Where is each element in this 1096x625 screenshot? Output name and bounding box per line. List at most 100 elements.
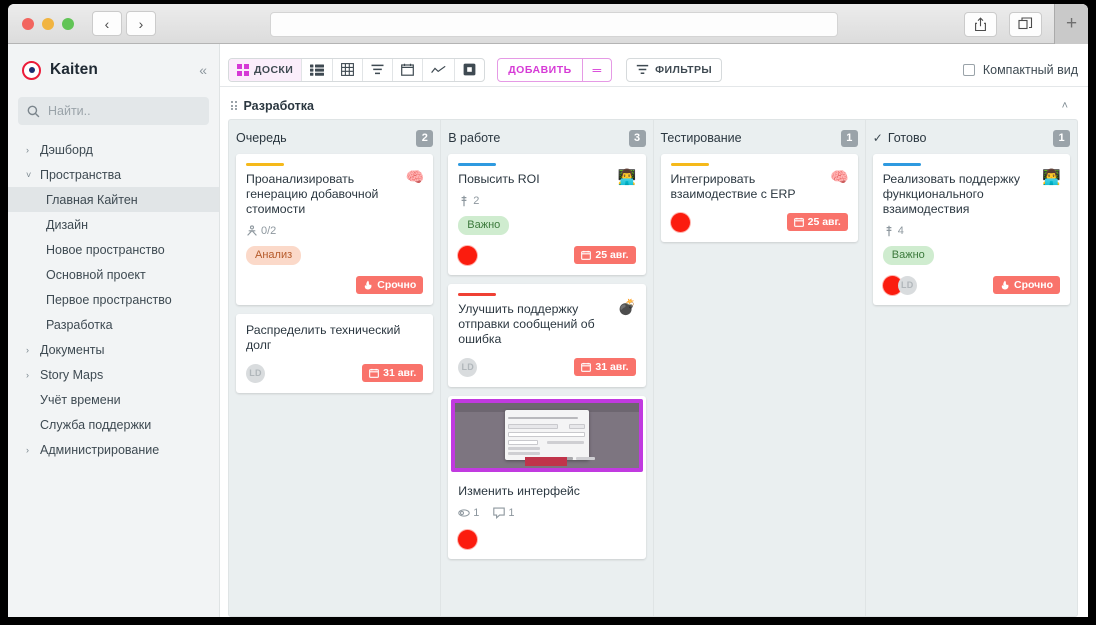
status-badge-label: 31 авг. (595, 361, 629, 373)
avatar[interactable] (458, 245, 478, 265)
table-view-icon (341, 63, 355, 76)
developer-emoji: 👨‍💻 (617, 169, 637, 186)
search-input[interactable]: Найти.. (18, 97, 209, 125)
add-button[interactable]: ДОБАВИТЬ (498, 59, 581, 81)
card[interactable]: Распределить технический долг LD 31 авг. (236, 314, 434, 393)
card[interactable]: Повысить ROI 👨‍💻 2 Важно 25 авг. (448, 154, 646, 275)
tab-timeline-view[interactable] (455, 59, 484, 81)
brand-header: Kaiten « (8, 56, 219, 84)
avatar[interactable] (458, 529, 478, 549)
navigation-buttons: ‹ › (92, 11, 156, 36)
avatar[interactable]: LD (458, 357, 478, 377)
sidebar-item-8[interactable]: › Документы (8, 337, 219, 362)
share-icon[interactable] (964, 11, 997, 37)
window-controls[interactable] (22, 17, 74, 30)
tab-boards-label: ДОСКИ (254, 63, 294, 76)
back-button[interactable]: ‹ (92, 11, 122, 36)
card-footer: 25 авг. (670, 211, 848, 233)
sidebar-item-6[interactable]: Первое пространство (8, 287, 219, 312)
chevron-icon[interactable]: › (26, 445, 40, 455)
card-meta-value: 2 (473, 195, 480, 207)
card-tag[interactable]: Анализ (246, 246, 302, 265)
sidebar-item-9[interactable]: › Story Maps (8, 362, 219, 387)
sidebar-item-2[interactable]: Главная Кайтен (8, 187, 219, 212)
forward-button[interactable]: › (126, 11, 156, 36)
sidebar: Kaiten « Найти.. › Дэшборд ˅ Пространства Гл… (8, 44, 220, 617)
compact-view-checkbox[interactable] (962, 63, 975, 76)
sidebar-item-0[interactable]: › Дэшборд (8, 137, 219, 162)
bomb-emoji: 💣 (617, 299, 637, 316)
sidebar-item-7[interactable]: Разработка (8, 312, 219, 337)
sidebar-item-label: Дэшборд (40, 142, 93, 157)
card-footer: LD 31 авг. (246, 362, 424, 384)
card-title: Изменить интерфейс (458, 484, 580, 498)
sidebar-item-11[interactable]: Служба поддержки (8, 412, 219, 437)
card[interactable]: Интегрировать взаимодествие с ERP 🧠 25 авг… (660, 154, 858, 242)
card-footer (458, 528, 635, 550)
sidebar-collapse-button[interactable]: « (199, 62, 207, 78)
compact-view-toggle[interactable]: Компактный вид (962, 62, 1078, 77)
card[interactable]: Реализовать поддержку функционального вз… (872, 154, 1070, 305)
tab-calendar-view[interactable] (393, 58, 424, 81)
card-tag[interactable]: Важно (882, 246, 934, 265)
card-cover-screenshot (451, 399, 643, 472)
tab-table-view[interactable] (333, 58, 364, 81)
compact-view-label: Компактный вид (982, 62, 1078, 77)
card-tag[interactable]: Важно (458, 216, 510, 235)
avatar[interactable]: LD (246, 363, 265, 383)
close-window-button[interactable] (22, 17, 34, 30)
chart-view-icon (431, 65, 446, 73)
filters-button[interactable]: ФИЛЬТРЫ (626, 57, 723, 82)
card-meta-value: 1 (508, 507, 515, 519)
maximize-window-button[interactable] (62, 17, 74, 30)
tab-chart-view[interactable] (423, 58, 456, 81)
card[interactable]: Проанализировать генерацию добавочной ст… (236, 154, 434, 305)
status-badge-label: 25 авг. (595, 249, 629, 261)
board-column: Очередь 2 Проанализировать генерацию добав… (229, 120, 442, 616)
tabs-icon[interactable] (1009, 11, 1042, 37)
list-view-icon (310, 64, 325, 76)
chevron-icon[interactable]: › (26, 345, 40, 355)
minimize-window-button[interactable] (42, 17, 54, 30)
sidebar-item-3[interactable]: Дизайн (8, 212, 219, 237)
tab-swimlane-view[interactable] (363, 58, 394, 81)
sidebar-item-1[interactable]: ˅ Пространства (8, 162, 219, 187)
avatar[interactable]: LD (897, 275, 917, 295)
chevron-icon[interactable]: › (26, 370, 40, 380)
sidebar-item-label: Story Maps (40, 367, 104, 382)
column-title: Готово (887, 131, 927, 145)
tab-list-view[interactable] (302, 58, 334, 81)
attachment-icon (458, 509, 470, 517)
sidebar-item-4[interactable]: Новое пространство (8, 237, 219, 262)
card-meta-item: 1 (493, 507, 515, 519)
sidebar-item-10[interactable]: Учёт времени (8, 387, 219, 412)
card[interactable]: Изменить интерфейс 1 1 (448, 396, 646, 559)
sidebar-item-label: Разработка (46, 317, 113, 332)
address-bar[interactable] (270, 12, 838, 37)
tab-boards[interactable]: ДОСКИ (229, 58, 303, 81)
add-options-button[interactable]: ═ (581, 58, 612, 81)
calendar-icon (581, 250, 592, 260)
card-tags: Важно (458, 215, 635, 235)
card[interactable]: Улучшить поддержку отправки сообщений об… (448, 284, 646, 387)
board-collapse-button[interactable]: ˄ (1062, 100, 1078, 112)
sidebar-item-5[interactable]: Основной проект (8, 262, 219, 287)
avatar[interactable] (670, 212, 690, 232)
board-columns: Очередь 2 Проанализировать генерацию добав… (228, 119, 1078, 617)
new-tab-button[interactable]: + (1054, 4, 1088, 44)
sidebar-item-label: Служба поддержки (40, 417, 152, 432)
card-title: Реализовать поддержку функционального вз… (882, 172, 1021, 216)
card-tags: Важно (882, 245, 1060, 265)
browser-chrome: ‹ › + (8, 4, 1088, 44)
sidebar-item-label: Пространства (40, 167, 122, 182)
status-badge-label: Срочно (1013, 279, 1053, 291)
developer-emoji: 👨‍💻 (1042, 169, 1061, 186)
card-title: Проанализировать генерацию добавочной ст… (246, 172, 379, 216)
chevron-icon[interactable]: ˅ (26, 170, 40, 180)
sidebar-item-label: Учёт времени (40, 392, 121, 407)
column-header: Очередь 2 (236, 128, 434, 148)
chevron-icon[interactable]: › (26, 145, 40, 155)
sidebar-item-12[interactable]: › Администрирование (8, 437, 219, 462)
drag-handle-icon[interactable] (231, 101, 237, 110)
sidebar-item-label: Документы (40, 342, 105, 357)
